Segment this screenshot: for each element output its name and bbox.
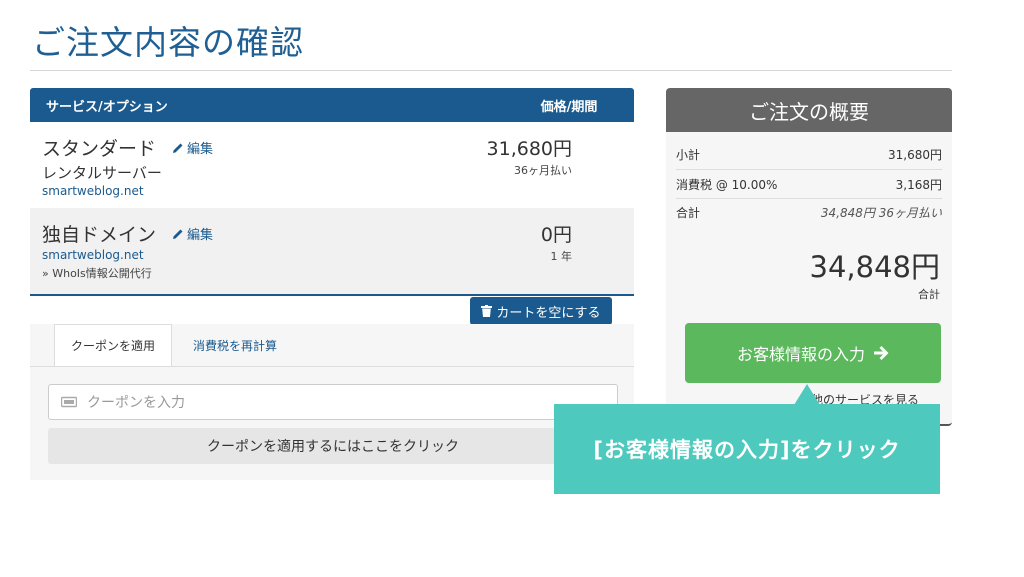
ticket-icon xyxy=(61,396,77,408)
total-row-value: 34,848円 36ヶ月払い xyxy=(820,206,942,220)
tab-apply-coupon[interactable]: クーポンを適用 xyxy=(54,324,172,366)
price-column-header: 価格/期間 xyxy=(540,99,598,115)
item-name: スタンダード xyxy=(42,138,157,160)
item-name: 独自ドメイン xyxy=(42,224,157,246)
summary-divider xyxy=(676,169,942,170)
instruction-callout: [お客様情報の入力]をクリック xyxy=(554,404,940,494)
cart-table: サービス/オプション 価格/期間 スタンダード 編集 レンタルサーバー smar… xyxy=(30,88,634,296)
cart-footer-rule xyxy=(30,294,634,296)
order-summary: ご注文の概要 小計 31,680円 消費税 @ 10.00% 3,168円 合計… xyxy=(666,88,952,426)
tabs-divider xyxy=(30,366,634,367)
tab-recalculate-tax[interactable]: 消費税を再計算 xyxy=(180,324,290,366)
checkout-label: お客様情報の入力 xyxy=(736,345,865,364)
total-row-label: 合計 xyxy=(676,206,701,220)
item-subtitle: レンタルサーバー xyxy=(42,164,162,182)
apply-coupon-button[interactable]: クーポンを適用するにはここをクリック xyxy=(48,428,618,464)
tax-value: 3,168円 xyxy=(895,178,942,192)
cart-table-header: サービス/オプション 価格/期間 xyxy=(30,88,634,122)
subtotal-label: 小計 xyxy=(676,148,701,162)
empty-cart-button[interactable]: カートを空にする xyxy=(470,297,612,325)
subtotal-value: 31,680円 xyxy=(888,148,942,162)
item-domain: smartweblog.net xyxy=(42,184,144,198)
edit-link[interactable]: 編集 xyxy=(172,138,213,157)
callout-arrow xyxy=(794,384,820,405)
title-divider xyxy=(30,70,952,71)
grand-total-label: 合計 xyxy=(918,288,940,301)
service-column-header: サービス/オプション xyxy=(46,99,168,115)
item-period: 36ヶ月払い xyxy=(514,164,572,177)
summary-title: ご注文の概要 xyxy=(666,88,952,132)
edit-label: 編集 xyxy=(187,142,214,157)
total-row: 合計 34,848円 36ヶ月払い xyxy=(676,204,942,221)
item-domain: smartweblog.net xyxy=(42,248,144,262)
item-price: 0円 xyxy=(540,224,572,246)
empty-cart-label: カートを空にする xyxy=(496,305,601,321)
summary-divider xyxy=(676,198,942,199)
edit-label: 編集 xyxy=(187,228,214,243)
item-note: » WhoIs情報公開代行 xyxy=(42,267,152,280)
coupon-placeholder: クーポンを入力 xyxy=(87,395,185,411)
item-price: 31,680円 xyxy=(486,138,572,160)
tax-row: 消費税 @ 10.00% 3,168円 xyxy=(676,176,942,193)
promo-panel: クーポンを適用 消費税を再計算 クーポンを入力 クーポンを適用するにはここをクリ… xyxy=(30,324,634,480)
tax-label: 消費税 @ 10.00% xyxy=(676,178,778,192)
cart-item-standard: スタンダード 編集 レンタルサーバー smartweblog.net 31,68… xyxy=(30,122,634,208)
page-title: ご注文内容の確認 xyxy=(32,23,304,62)
grand-total: 34,848円 xyxy=(809,250,940,284)
coupon-input[interactable]: クーポンを入力 xyxy=(48,384,618,420)
pencil-icon xyxy=(173,229,183,239)
edit-link[interactable]: 編集 xyxy=(172,224,213,243)
item-period: 1 年 xyxy=(550,250,573,263)
arrow-right-icon xyxy=(874,346,889,360)
subtotal-row: 小計 31,680円 xyxy=(676,146,942,163)
pencil-icon xyxy=(173,143,183,153)
trash-icon xyxy=(481,305,493,317)
checkout-button[interactable]: お客様情報の入力 xyxy=(685,323,941,383)
cart-item-domain: 独自ドメイン 編集 smartweblog.net » WhoIs情報公開代行 … xyxy=(30,208,634,294)
